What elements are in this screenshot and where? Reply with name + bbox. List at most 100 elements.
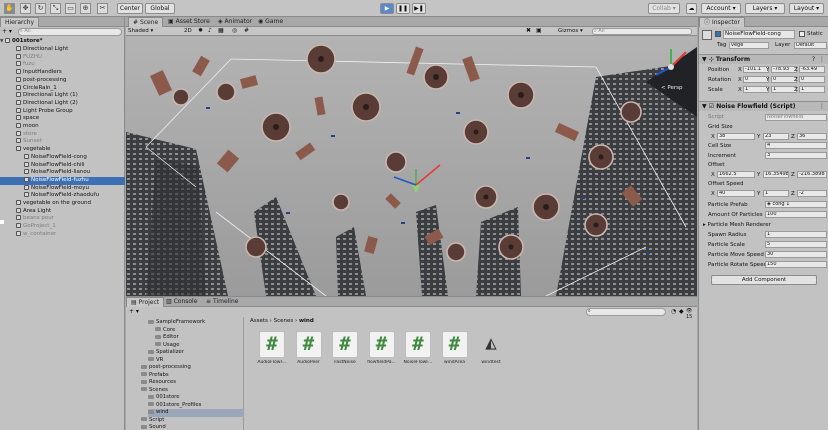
play-button[interactable]: ▶ — [380, 3, 394, 14]
layers-dropdown[interactable]: Layers ▾ — [745, 3, 785, 14]
hand-tool-icon[interactable]: ✋ — [4, 3, 15, 14]
lighting-toggle-icon[interactable]: ✹ — [198, 27, 203, 34]
filter-label-icon[interactable]: ◆ — [679, 308, 684, 315]
tab-timeline[interactable]: ≡ Timeline — [202, 297, 242, 307]
tag-dropdown[interactable]: vege — [729, 42, 769, 49]
active-checkbox[interactable] — [715, 31, 721, 37]
tab-scene[interactable]: # Scene — [128, 17, 164, 27]
cell-size-field[interactable]: 4 — [765, 142, 827, 149]
transform-z-field[interactable]: 0 — [799, 76, 825, 83]
hierarchy-item[interactable]: NoiseFlowField-chili — [0, 161, 125, 170]
folder-tree-item[interactable]: Prefabs — [141, 372, 244, 380]
scene-search-input[interactable]: ⌕ All — [592, 28, 692, 35]
hierarchy-item[interactable]: space — [0, 115, 125, 123]
breadcrumb-wind[interactable]: wind — [299, 318, 314, 324]
hierarchy-create-button[interactable]: + ▾ — [2, 28, 12, 35]
hierarchy-item[interactable]: Directional Light — [0, 46, 125, 54]
space-toggle[interactable]: Global — [145, 3, 175, 14]
asset-tile[interactable]: # AudioPeer — [294, 331, 324, 371]
grid-size-y-field[interactable]: 23 — [763, 133, 789, 140]
grid-toggle-icon[interactable]: # — [244, 27, 249, 34]
scene-tools-icon[interactable]: ✖ — [526, 27, 531, 34]
hierarchy-item[interactable]: Directional Light (2) — [0, 99, 125, 108]
cloud-icon[interactable]: ☁ — [686, 3, 697, 14]
transform-z-field[interactable]: 1 — [799, 86, 825, 93]
asset-tile[interactable]: # windArea — [440, 331, 470, 371]
tab-game[interactable]: ◉ Game — [254, 17, 287, 27]
hierarchy-item[interactable]: FUZHU — [0, 53, 125, 62]
component-menu-icon[interactable]: ⋮ — [819, 55, 825, 65]
account-dropdown[interactable]: Account ▾ — [701, 3, 741, 14]
offset-y-field[interactable]: 16.35498 — [763, 171, 789, 178]
particle-scale-field[interactable]: 5 — [765, 241, 827, 248]
amount-field[interactable]: 100 — [765, 211, 827, 218]
increment-field[interactable]: 3 — [765, 152, 827, 159]
pause-button[interactable]: ❚❚ — [396, 3, 410, 14]
grid-size-x-field[interactable]: 38 — [717, 133, 755, 140]
shading-mode-dropdown[interactable]: Shaded ▾ — [128, 28, 153, 34]
hierarchy-item[interactable]: Light Probe Group — [0, 107, 125, 116]
folder-tree-item[interactable]: wind — [148, 409, 244, 417]
asset-tile[interactable]: # NoiseFlowF... — [403, 331, 433, 371]
script-component-checkbox[interactable]: ☑ — [709, 103, 714, 110]
folder-tree-item[interactable]: 001store — [148, 394, 244, 402]
mesh-renderer-foldout[interactable]: ▸ Particle Mesh Renderer — [703, 222, 771, 228]
hidden-objects-icon[interactable]: ◎ — [232, 27, 237, 34]
hierarchy-item[interactable]: Area Light — [0, 207, 125, 216]
scene-root-row[interactable]: ▼ 001store* — [0, 38, 125, 46]
folder-tree-item[interactable]: VR — [148, 357, 244, 365]
hierarchy-item[interactable]: CircleRain_1 — [0, 84, 125, 93]
folder-tree-item[interactable]: Script — [141, 417, 244, 425]
hierarchy-item[interactable]: Sunset — [0, 138, 125, 146]
hierarchy-item[interactable]: Directional Light (1) — [0, 92, 125, 100]
pivot-toggle[interactable]: Center — [117, 3, 143, 14]
folder-tree-item[interactable]: Usage — [155, 342, 244, 350]
rotate-tool-icon[interactable]: ↻ — [35, 3, 46, 14]
custom-tool-icon[interactable]: ✂ — [97, 3, 108, 14]
transform-header[interactable]: ▼ ⊹ Transform ? ⋮ — [699, 54, 828, 64]
asset-tile[interactable]: # AudioFlowF... — [257, 331, 287, 371]
tab-project[interactable]: ▤ Project — [126, 297, 165, 307]
folder-tree-item[interactable]: Core — [155, 327, 244, 335]
project-search-input[interactable]: ⌕ — [586, 308, 666, 316]
persp-label[interactable]: < Persp — [661, 85, 683, 91]
grid-size-z-field[interactable]: 36 — [797, 133, 827, 140]
hierarchy-item[interactable]: InputHandlers — [0, 69, 125, 77]
folder-tree-item[interactable]: Spatializer — [148, 349, 244, 357]
hierarchy-item[interactable]: store — [0, 130, 125, 139]
layer-dropdown[interactable]: Default — [794, 42, 827, 49]
project-create-button[interactable]: + ▾ — [129, 308, 139, 315]
spawn-radius-field[interactable]: 1 — [765, 231, 827, 238]
hierarchy-item[interactable]: vegetable — [0, 146, 125, 154]
tab-console[interactable]: ▥ Console — [162, 297, 201, 307]
folder-tree-item[interactable]: Editor — [155, 334, 244, 342]
static-checkbox[interactable] — [799, 31, 805, 37]
tab-inspector[interactable]: ⓘ Inspector — [699, 17, 745, 27]
asset-tile[interactable]: # flowfieldPa... — [367, 331, 397, 371]
script-component-header[interactable]: ▼ ☑ Noise Flowfield (Script) ⋮ — [699, 101, 828, 111]
transform-tool-icon[interactable]: ⊕ — [80, 3, 91, 14]
offset-speed-y-field[interactable]: 1 — [763, 190, 789, 197]
folder-tree-item[interactable]: Sound — [141, 424, 244, 430]
filter-type-icon[interactable]: ◔ — [671, 308, 676, 315]
camera-settings-icon[interactable]: ▣ — [536, 27, 542, 34]
step-button[interactable]: ▶❚ — [412, 3, 426, 14]
hierarchy-item[interactable]: w_container — [0, 230, 125, 239]
layout-dropdown[interactable]: Layout ▾ — [789, 3, 824, 14]
asset-tile[interactable]: ◭ windtest — [476, 331, 506, 371]
hierarchy-item[interactable]: NoiseFlowField-cong — [0, 153, 125, 162]
hierarchy-item[interactable]: NoiseFlowField-moyu — [0, 184, 125, 193]
breadcrumb-assets[interactable]: Assets — [250, 318, 268, 324]
hierarchy-item[interactable]: NoiseFlowField-fuzhu — [0, 176, 125, 185]
hierarchy-item[interactable]: post-processing — [0, 76, 125, 85]
rect-tool-icon[interactable]: ▭ — [65, 3, 76, 14]
tab-hierarchy[interactable]: Hierarchy — [0, 17, 40, 27]
hierarchy-item[interactable]: fuzu — [0, 61, 125, 69]
hierarchy-item[interactable]: beans pour — [0, 215, 125, 223]
component-menu-icon[interactable]: ⋮ — [819, 102, 825, 112]
add-component-button[interactable]: Add Component — [711, 275, 817, 285]
hierarchy-item[interactable]: NoiseFlowField-zhaodufu — [0, 192, 125, 200]
mode-2d-toggle[interactable]: 2D — [184, 28, 192, 34]
scene-viewport[interactable]: < Persp — [126, 37, 697, 296]
hierarchy-item[interactable]: vegetable on the ground — [0, 200, 125, 208]
